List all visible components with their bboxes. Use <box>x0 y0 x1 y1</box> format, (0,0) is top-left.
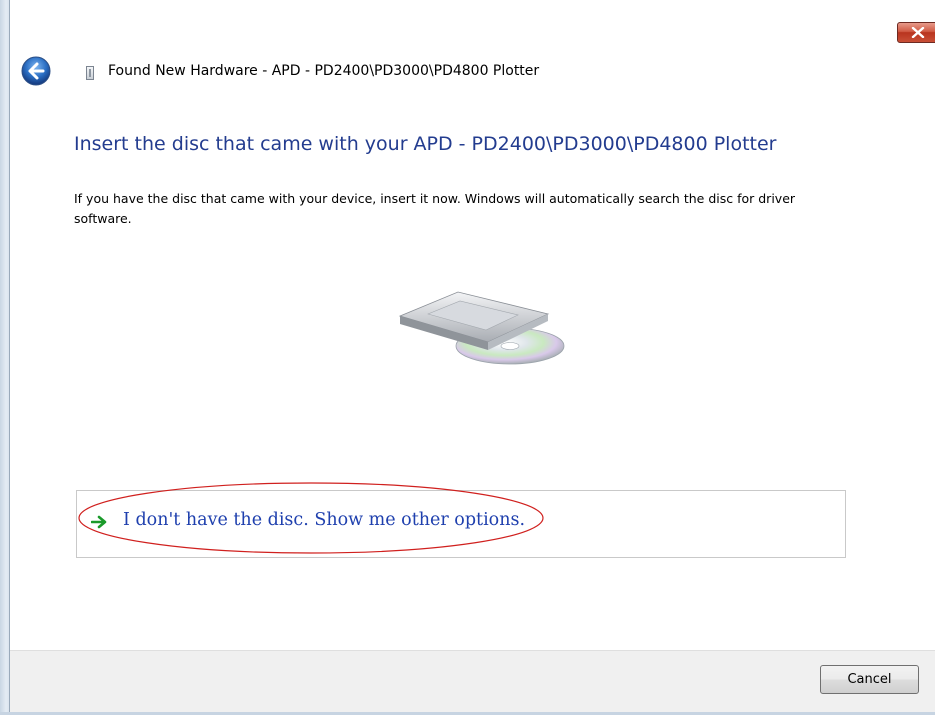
window-frame-left <box>0 0 10 715</box>
green-arrow-icon <box>91 515 107 529</box>
window-title: Found New Hardware - APD - PD2400\PD3000… <box>108 63 540 79</box>
content-area: Insert the disc that came with your APD … <box>10 98 935 650</box>
dialog-footer: Cancel <box>10 650 935 715</box>
instruction-text: If you have the disc that came with your… <box>74 191 796 226</box>
no-disc-option[interactable]: I don't have the disc. Show me other opt… <box>76 490 846 558</box>
close-button[interactable] <box>897 22 935 43</box>
no-disc-option-label: I don't have the disc. Show me other opt… <box>123 510 526 530</box>
disc-drive-illustration <box>388 288 568 368</box>
found-new-hardware-window: Found New Hardware - APD - PD2400\PD3000… <box>0 0 935 715</box>
hardware-device-icon <box>86 66 94 80</box>
cancel-button[interactable]: Cancel <box>820 665 919 694</box>
page-heading: Insert the disc that came with your APD … <box>74 133 777 155</box>
back-arrow-icon <box>21 56 51 86</box>
close-x-icon <box>911 27 925 38</box>
title-bar <box>10 0 935 98</box>
back-button[interactable] <box>21 56 51 86</box>
